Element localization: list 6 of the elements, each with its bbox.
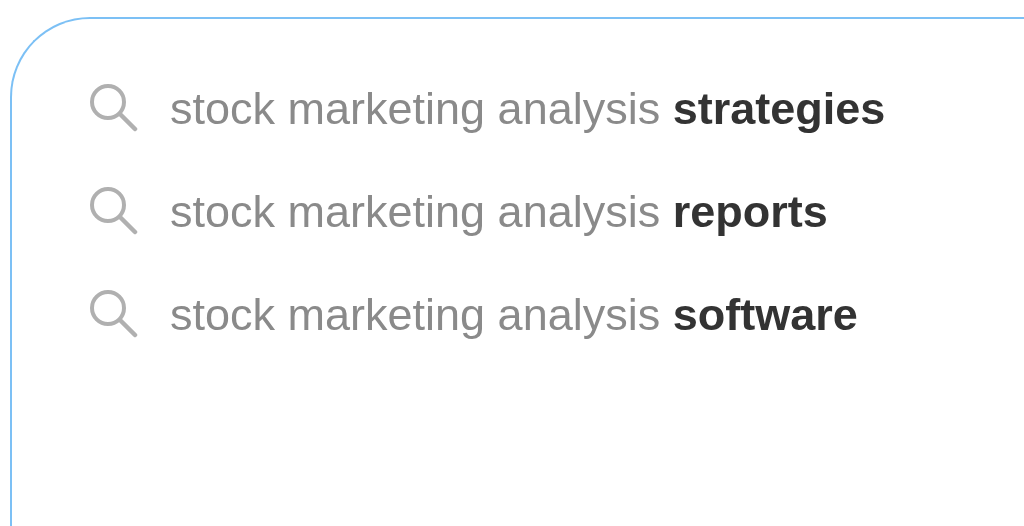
search-icon — [88, 289, 138, 340]
search-suggestion[interactable]: stock marketing analysis software — [88, 263, 858, 366]
search-icon — [88, 186, 138, 237]
search-suggestion[interactable]: stock marketing analysis reports — [88, 160, 828, 263]
search-icon — [88, 83, 138, 134]
search-suggestion[interactable]: stock marketing analysis strategies — [88, 57, 886, 160]
